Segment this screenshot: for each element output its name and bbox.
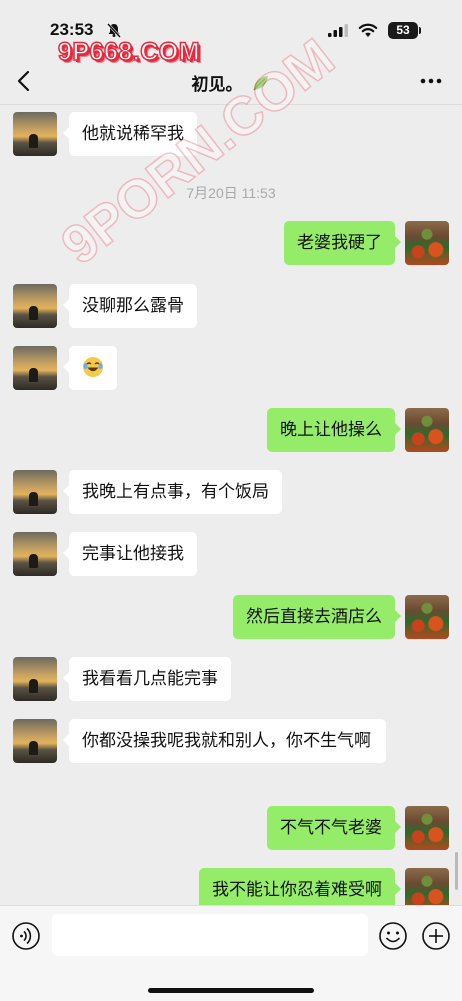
message-timestamp: 7月20日 11:53 [186, 185, 276, 201]
message-bubble[interactable]: 老婆我硬了 [284, 221, 401, 265]
message-row: 晚上让他操么 [0, 408, 462, 456]
contact-avatar[interactable] [13, 470, 57, 514]
battery-tip [419, 27, 421, 34]
message-bubble[interactable]: 晚上让他操么 [267, 408, 401, 452]
chat-title-text: 初见。 [191, 75, 243, 95]
message-row: 他就说稀罕我 [0, 112, 462, 160]
message-input[interactable] [52, 914, 368, 956]
plus-icon[interactable] [421, 921, 451, 951]
leaf-icon [253, 75, 269, 90]
signal-icon [328, 24, 348, 37]
user-avatar[interactable] [405, 221, 449, 265]
message-row [0, 346, 462, 394]
emoji-icon[interactable] [378, 921, 408, 951]
scrollbar[interactable] [455, 852, 458, 890]
battery-indicator: 53 [388, 22, 418, 39]
message-row: 没聊那么露骨 [0, 284, 462, 332]
message-bubble[interactable]: 然后直接去酒店么 [233, 595, 401, 639]
user-avatar[interactable] [405, 806, 449, 850]
message-row: 我晚上有点事，有个饭局 [0, 470, 462, 518]
message-row: 你都没操我呢我就和别人，你不生气啊 [0, 719, 462, 789]
contact-avatar[interactable] [13, 657, 57, 701]
contact-avatar[interactable] [13, 719, 57, 763]
message-bubble[interactable]: 我看看几点能完事 [63, 657, 231, 701]
message-row: 不气不气老婆 [0, 806, 462, 854]
chat-title[interactable]: 初见。 [0, 70, 462, 95]
bell-slash-icon [107, 23, 121, 38]
contact-avatar[interactable] [13, 532, 57, 576]
laughing-crying-emoji-icon [83, 357, 103, 377]
wifi-icon [358, 23, 378, 37]
user-avatar[interactable] [405, 408, 449, 452]
message-row: 完事让他接我 [0, 532, 462, 580]
chat-header: 初见。 [0, 56, 462, 106]
message-row: 然后直接去酒店么 [0, 595, 462, 643]
message-bubble[interactable]: 完事让他接我 [63, 532, 197, 576]
message-bubble[interactable]: 我不能让你忍着难受啊 [199, 868, 401, 905]
input-bar [0, 905, 462, 1001]
message-row: 我不能让你忍着难受啊 [0, 868, 462, 905]
contact-avatar[interactable] [13, 346, 57, 390]
message-bubble[interactable]: 我晚上有点事，有个饭局 [63, 470, 282, 514]
header-divider [0, 104, 462, 105]
message-bubble[interactable]: 你都没操我呢我就和别人，你不生气啊 [63, 719, 386, 763]
message-bubble[interactable]: 没聊那么露骨 [63, 284, 197, 328]
user-avatar[interactable] [405, 868, 449, 905]
home-indicator [148, 988, 314, 993]
contact-avatar[interactable] [13, 284, 57, 328]
status-time: 23:53 [50, 20, 94, 39]
contact-avatar[interactable] [13, 112, 57, 156]
message-bubble[interactable]: 他就说稀罕我 [63, 112, 197, 156]
sticker-bubble[interactable] [63, 346, 117, 390]
message-bubble[interactable]: 不气不气老婆 [267, 806, 401, 850]
user-avatar[interactable] [405, 595, 449, 639]
voice-icon[interactable] [11, 921, 41, 951]
message-row: 老婆我硬了 [0, 221, 462, 269]
message-row: 我看看几点能完事 [0, 657, 462, 705]
more-icon[interactable] [420, 78, 442, 84]
